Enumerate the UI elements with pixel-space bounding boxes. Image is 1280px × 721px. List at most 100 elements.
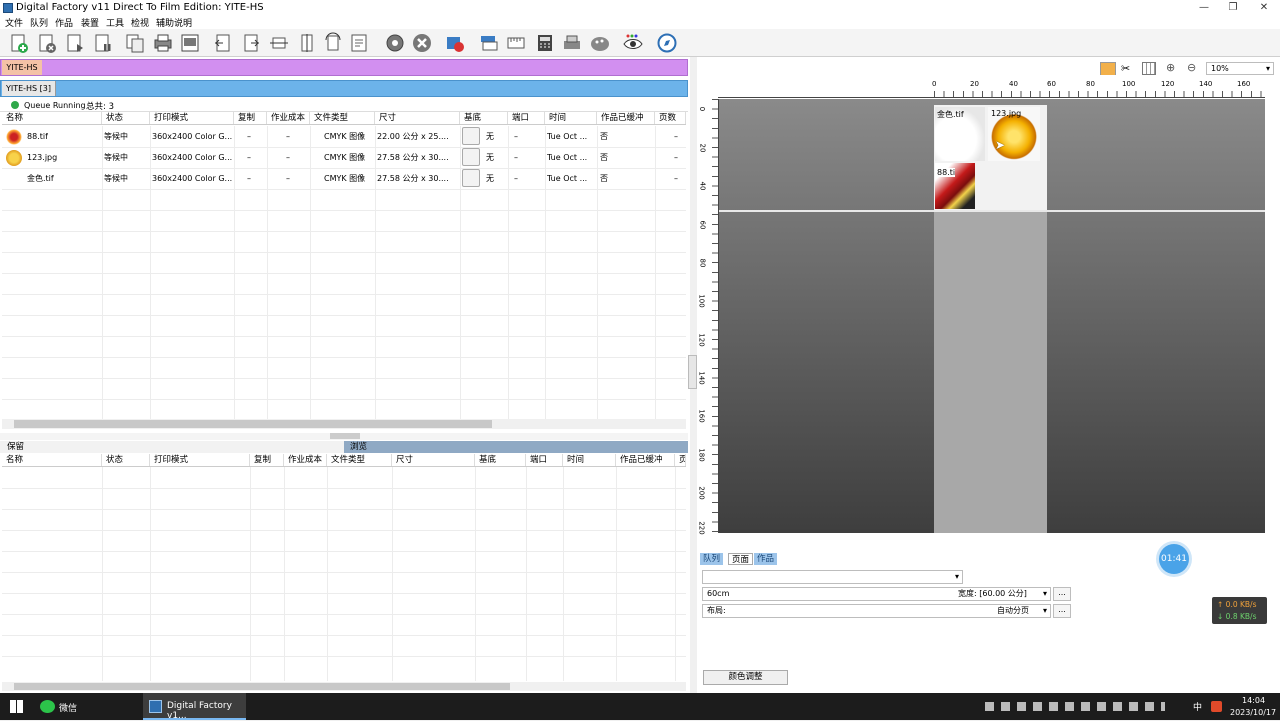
calculator-icon[interactable] <box>534 32 556 54</box>
clock-date[interactable]: 2023/10/17 <box>1230 708 1276 717</box>
col-job-cost[interactable]: 作业成本 <box>267 112 310 124</box>
menu-device[interactable]: 装置 <box>81 16 99 29</box>
tab-queue-yite[interactable]: YITE-HS <box>2 60 42 75</box>
tab-queue[interactable]: 队列 <box>700 553 724 565</box>
print-job-icon[interactable] <box>64 32 86 54</box>
tab-page[interactable]: 页面 <box>728 553 754 565</box>
scrollbar-thumb[interactable] <box>14 420 492 428</box>
maximize-button[interactable]: ❐ <box>1219 0 1247 16</box>
ime-indicator[interactable]: 中 <box>1193 700 1202 713</box>
stop-print-icon[interactable] <box>444 32 466 54</box>
ruler-icon[interactable] <box>505 32 527 54</box>
media-preset-select[interactable]: ▾ <box>702 570 963 584</box>
col-size[interactable]: 尺寸 <box>392 454 475 466</box>
cancel-icon[interactable] <box>411 32 433 54</box>
col-pages[interactable]: 页数 <box>655 112 686 124</box>
zoom-in-icon[interactable]: ⊕ <box>1166 61 1175 74</box>
system-tray-icons[interactable] <box>985 702 1165 711</box>
cut-icon[interactable]: ✂ <box>1121 62 1130 75</box>
tab-hold[interactable]: 保留 <box>0 441 344 453</box>
copy-job-icon[interactable] <box>124 32 146 54</box>
col-buffered[interactable]: 作品已缓冲 <box>616 454 675 466</box>
col-port[interactable]: 端口 <box>508 112 545 124</box>
pause-job-icon[interactable] <box>92 32 114 54</box>
col-base[interactable]: 基底 <box>460 112 508 124</box>
color-adjust-button[interactable]: 颜色调整 <box>703 670 788 685</box>
minimize-button[interactable]: — <box>1190 0 1218 16</box>
clock-time[interactable]: 14:04 <box>1242 696 1265 705</box>
fit-height-icon[interactable] <box>296 32 318 54</box>
wechat-icon[interactable] <box>40 700 55 713</box>
media-icon[interactable] <box>478 32 500 54</box>
col-time[interactable]: 时间 <box>563 454 616 466</box>
taskbar-app-digital-factory[interactable]: Digital Factory v1... <box>143 693 246 721</box>
settings-gear-icon[interactable] <box>384 32 406 54</box>
collapse-pane-handle[interactable] <box>688 355 697 389</box>
antivirus-icon[interactable] <box>1211 701 1222 712</box>
properties-icon[interactable] <box>348 32 370 54</box>
col-status[interactable]: 状态 <box>102 112 150 124</box>
base-swatch[interactable] <box>462 148 480 166</box>
menu-queue[interactable]: 队列 <box>30 16 48 29</box>
media-more-button[interactable]: ... <box>1053 587 1071 601</box>
fit-width-icon[interactable] <box>268 32 290 54</box>
pane-splitter[interactable] <box>0 433 688 440</box>
layout-select[interactable]: 布局: 自动分页 ▾ <box>702 604 1051 618</box>
col-size[interactable]: 尺寸 <box>375 112 460 124</box>
align-right-icon[interactable] <box>240 32 262 54</box>
menu-job[interactable]: 作品 <box>55 16 73 29</box>
col-file-type[interactable]: 文件类型 <box>310 112 375 124</box>
hold-table-scrollbar[interactable] <box>2 682 686 691</box>
col-print-mode[interactable]: 打印模式 <box>150 112 234 124</box>
tab-job[interactable]: 作品 <box>754 553 778 565</box>
col-status[interactable]: 状态 <box>102 454 150 466</box>
col-file-type[interactable]: 文件类型 <box>327 454 392 466</box>
col-pages[interactable]: 页数 <box>675 454 686 466</box>
table-row[interactable]: 金色.tif 等候中 360x2400 Color G... – – CMYK … <box>2 168 686 189</box>
printer-icon[interactable] <box>152 32 174 54</box>
delete-job-icon[interactable] <box>36 32 58 54</box>
rotate-icon[interactable] <box>322 32 344 54</box>
splitter-handle[interactable] <box>330 433 360 439</box>
col-print-mode[interactable]: 打印模式 <box>150 454 250 466</box>
device-icon[interactable] <box>561 32 583 54</box>
col-buffered[interactable]: 作品已缓冲 <box>597 112 655 124</box>
zoom-select[interactable]: 10% ▾ <box>1206 62 1274 75</box>
layout-icon[interactable] <box>179 32 201 54</box>
col-name[interactable]: 名称 <box>2 454 102 466</box>
col-port[interactable]: 端口 <box>526 454 563 466</box>
add-job-icon[interactable] <box>8 32 30 54</box>
scrollbar-thumb[interactable] <box>14 683 510 690</box>
preview-88-tif[interactable]: 88.ti <box>935 163 975 209</box>
compass-icon[interactable] <box>656 32 678 54</box>
col-job-cost[interactable]: 作业成本 <box>284 454 327 466</box>
col-base[interactable]: 基底 <box>475 454 526 466</box>
layout-more-button[interactable]: ... <box>1053 604 1071 618</box>
menu-file[interactable]: 文件 <box>5 16 23 29</box>
windows-start-icon[interactable] <box>10 700 23 713</box>
close-button[interactable]: ✕ <box>1250 0 1278 16</box>
col-time[interactable]: 时间 <box>545 112 597 124</box>
recording-timer[interactable]: 01:41 <box>1159 544 1189 574</box>
table-row[interactable]: 123.jpg 等候中 360x2400 Color G... – – CMYK… <box>2 147 686 168</box>
col-copies[interactable]: 复制 <box>234 112 267 124</box>
base-swatch[interactable] <box>462 127 480 145</box>
tab-browse[interactable]: 浏览 <box>344 441 688 453</box>
table-row[interactable]: 88.tif 等候中 360x2400 Color G... – – CMYK … <box>2 126 686 147</box>
tab-queue-yite-count[interactable]: YITE-HS [3] <box>2 81 56 96</box>
media-width-select[interactable]: 60cm 宽度: [60.00 公分] ▾ <box>702 587 1051 601</box>
base-swatch[interactable] <box>462 169 480 187</box>
menu-help[interactable]: 辅助说明 <box>156 16 192 29</box>
highlight-icon[interactable] <box>1100 62 1116 76</box>
wechat-label[interactable]: 微信 <box>59 701 77 714</box>
menu-view[interactable]: 检视 <box>131 16 149 29</box>
color-palette-icon[interactable] <box>589 32 611 54</box>
preview-gold-tif[interactable]: 金色.tif <box>935 107 985 161</box>
grid-icon[interactable] <box>1142 62 1156 75</box>
align-left-icon[interactable] <box>212 32 234 54</box>
menu-tools[interactable]: 工具 <box>106 16 124 29</box>
zoom-out-icon[interactable]: ⊖ <box>1187 61 1196 74</box>
preview-eye-icon[interactable] <box>622 32 644 54</box>
preview-123-jpg[interactable]: 123.jpg <box>988 107 1040 161</box>
job-table-scrollbar[interactable] <box>2 419 686 429</box>
